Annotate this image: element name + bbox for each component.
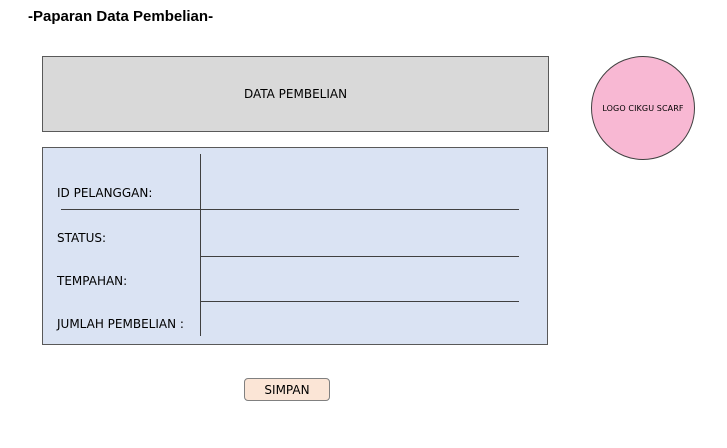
purchase-data-form: ID PELANGGAN: STATUS: TEMPAHAN: JUMLAH P…	[42, 147, 548, 345]
order-label: TEMPAHAN:	[57, 274, 128, 288]
form-column-divider	[200, 154, 201, 336]
header-banner-label: DATA PEMBELIAN	[243, 87, 348, 101]
customer-id-label: ID PELANGGAN:	[57, 186, 153, 200]
logo: LOGO CIKGU SCARF	[591, 56, 695, 160]
page-title: -Paparan Data Pembelian-	[28, 8, 214, 25]
form-row-divider	[200, 301, 519, 302]
status-label: STATUS:	[57, 231, 107, 245]
header-banner: DATA PEMBELIAN	[42, 56, 549, 132]
logo-label: LOGO CIKGU SCARF	[602, 103, 684, 113]
form-row-divider	[61, 209, 519, 210]
form-row-divider	[200, 256, 519, 257]
total-purchase-label: JUMLAH PEMBELIAN :	[57, 317, 184, 331]
save-button[interactable]: SIMPAN	[244, 378, 330, 401]
